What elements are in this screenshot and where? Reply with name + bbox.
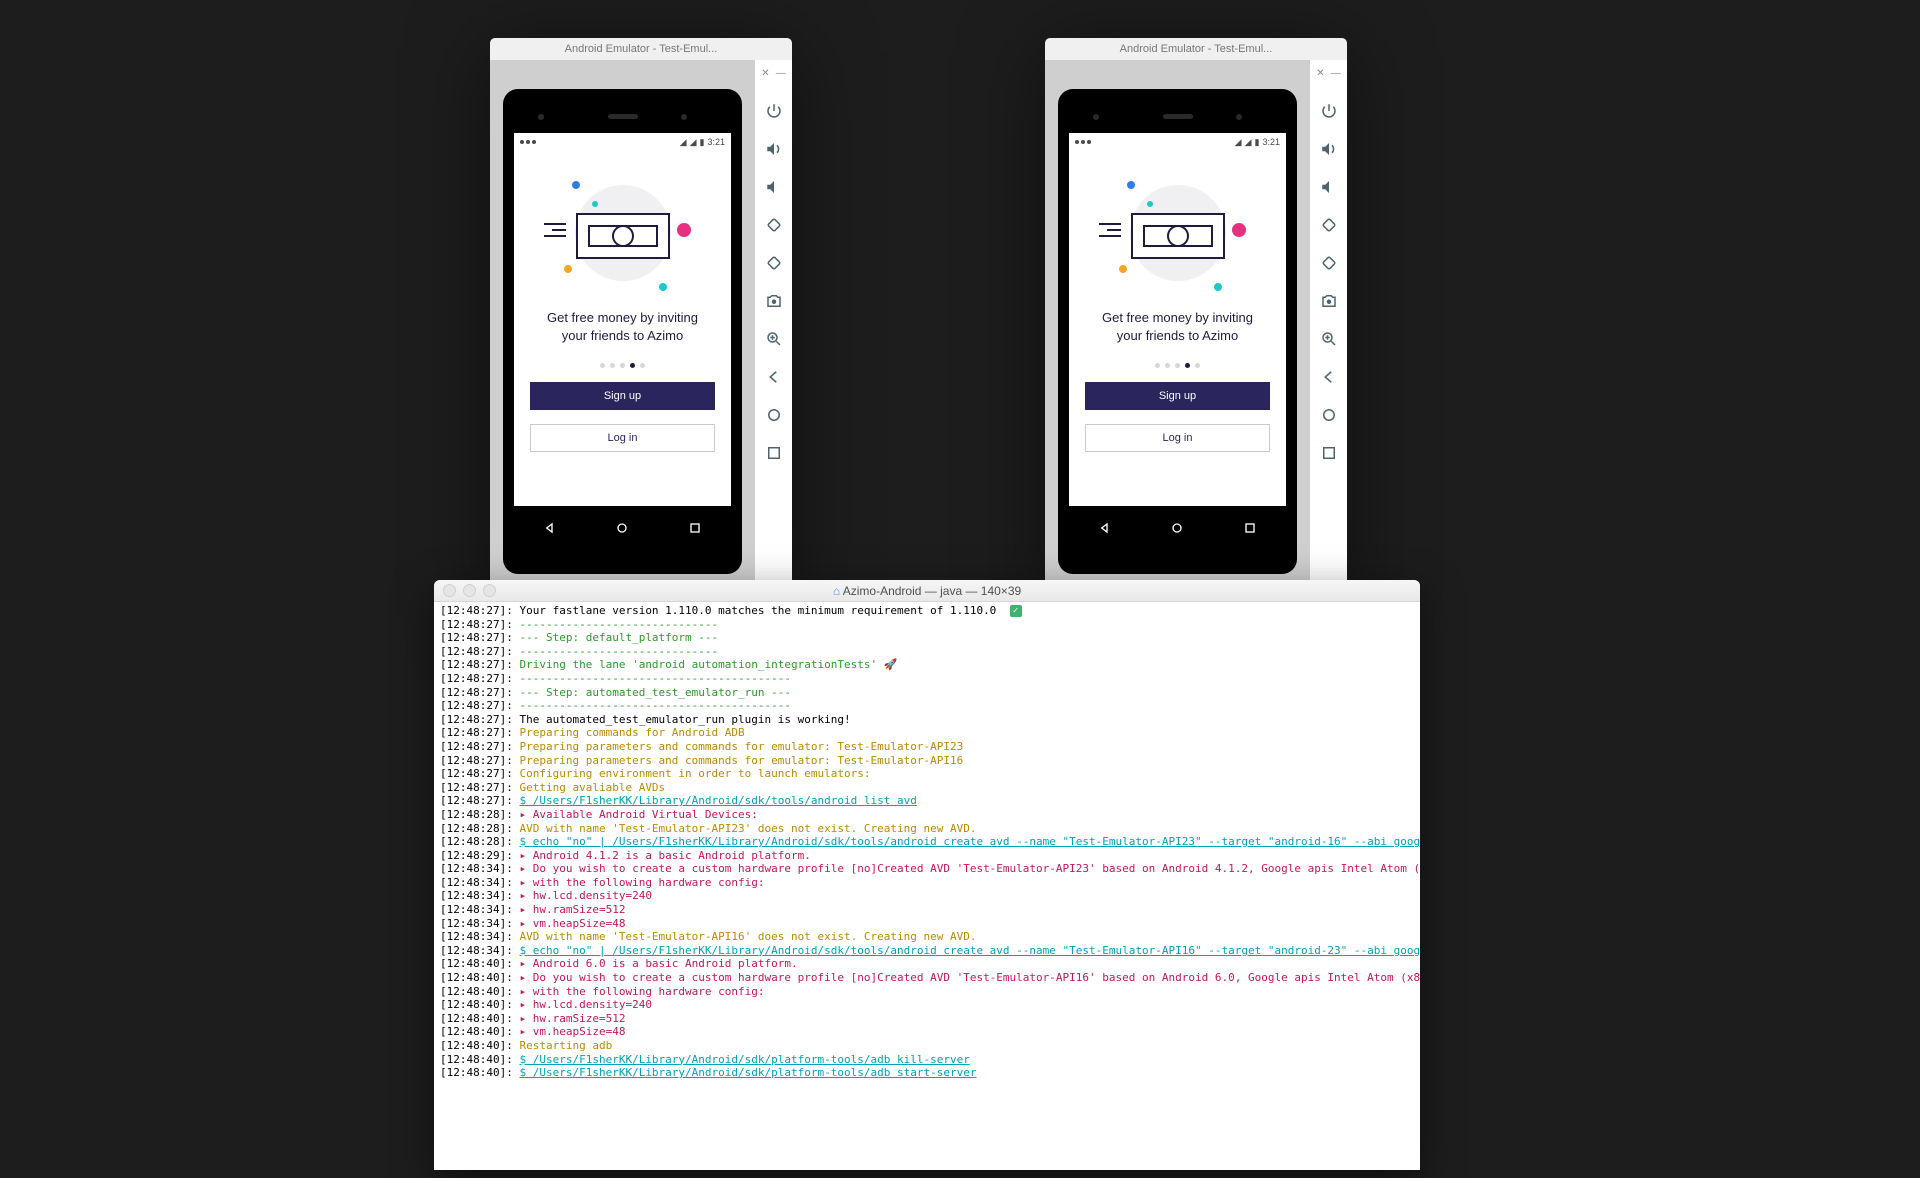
nav-recent-icon[interactable] — [687, 520, 703, 541]
android-status-bar: ◢ ◢ ▮ 3:21 — [1069, 133, 1286, 151]
close-icon: ✕ — [1316, 68, 1324, 79]
emulator-side-toolbar: ✕— — [1310, 60, 1347, 603]
signup-button[interactable]: Sign up — [1085, 382, 1270, 410]
overview-icon[interactable] — [1319, 443, 1339, 463]
nav-recent-icon[interactable] — [1242, 520, 1258, 541]
window-controls[interactable]: ✕— — [761, 68, 785, 79]
rotate-right-icon[interactable] — [1319, 253, 1339, 273]
volume-down-icon[interactable] — [764, 177, 784, 197]
signal-icon: ◢ — [1245, 137, 1252, 148]
emulator-screen-area[interactable]: ◢ ◢ ▮ 3:21 — [490, 60, 755, 603]
device-frame: ◢ ◢ ▮ 3:21 — [1058, 89, 1297, 574]
home-folder-icon: ⌂ — [833, 584, 840, 598]
rotate-right-icon[interactable] — [764, 253, 784, 273]
page-indicator — [1155, 363, 1200, 368]
signal-icon: ◢ — [690, 137, 697, 148]
emulator-screen-area[interactable]: ◢ ◢ ▮ 3:21 — [1045, 60, 1310, 603]
minimize-icon: — — [776, 68, 786, 79]
terminal-title-text: ⌂ Azimo-Android — java — 140×39 — [833, 584, 1021, 598]
login-button[interactable]: Log in — [1085, 424, 1270, 452]
page-indicator — [600, 363, 645, 368]
wifi-icon: ◢ — [1235, 137, 1242, 148]
android-nav-bar — [514, 514, 731, 546]
minimize-icon[interactable] — [463, 584, 476, 597]
home-icon[interactable] — [1319, 405, 1339, 425]
rotate-left-icon[interactable] — [1319, 215, 1339, 235]
zoom-window-icon[interactable] — [483, 584, 496, 597]
nav-home-icon[interactable] — [1169, 520, 1185, 541]
android-nav-bar — [1069, 514, 1286, 546]
volume-down-icon[interactable] — [1319, 177, 1339, 197]
device-frame: ◢ ◢ ▮ 3:21 — [503, 89, 742, 574]
volume-up-icon[interactable] — [764, 139, 784, 159]
traffic-lights[interactable] — [443, 584, 496, 597]
terminal-output[interactable]: [12:48:27]: Your fastlane version 1.110.… — [434, 602, 1420, 1170]
emulator-side-toolbar: ✕— — [755, 60, 792, 603]
minimize-icon: — — [1331, 68, 1341, 79]
screenshot-icon[interactable] — [1319, 291, 1339, 311]
home-icon[interactable] — [764, 405, 784, 425]
nav-back-icon[interactable] — [542, 520, 558, 541]
power-icon[interactable] — [764, 101, 784, 121]
nav-back-icon[interactable] — [1097, 520, 1113, 541]
clock-text: 3:21 — [1262, 137, 1280, 147]
zoom-icon[interactable] — [764, 329, 784, 349]
power-icon[interactable] — [1319, 101, 1339, 121]
zoom-icon[interactable] — [1319, 329, 1339, 349]
back-icon[interactable] — [1319, 367, 1339, 387]
screenshot-icon[interactable] — [764, 291, 784, 311]
emulator-title: Android Emulator - Test-Emul... — [490, 38, 792, 60]
nav-home-icon[interactable] — [614, 520, 630, 541]
promo-illustration — [530, 173, 715, 303]
close-icon: ✕ — [761, 68, 769, 79]
battery-icon: ▮ — [700, 137, 705, 148]
volume-up-icon[interactable] — [1319, 139, 1339, 159]
promo-illustration — [1085, 173, 1270, 303]
clock-text: 3:21 — [707, 137, 725, 147]
close-icon[interactable] — [443, 584, 456, 597]
login-button[interactable]: Log in — [530, 424, 715, 452]
emulator-window-1: Android Emulator - Test-Emul... ◢ ◢ ▮ 3:… — [490, 38, 792, 603]
overview-icon[interactable] — [764, 443, 784, 463]
wifi-icon: ◢ — [680, 137, 687, 148]
rotate-left-icon[interactable] — [764, 215, 784, 235]
emulator-window-2: Android Emulator - Test-Emul... ◢ ◢ ▮ 3:… — [1045, 38, 1347, 603]
android-status-bar: ◢ ◢ ▮ 3:21 — [514, 133, 731, 151]
promo-text: Get free money by invitingyour friends t… — [547, 309, 698, 345]
terminal-window: ⌂ Azimo-Android — java — 140×39 [12:48:2… — [434, 580, 1420, 1170]
back-icon[interactable] — [764, 367, 784, 387]
battery-icon: ▮ — [1255, 137, 1260, 148]
terminal-titlebar[interactable]: ⌂ Azimo-Android — java — 140×39 — [434, 580, 1420, 602]
promo-text: Get free money by invitingyour friends t… — [1102, 309, 1253, 345]
emulator-title: Android Emulator - Test-Emul... — [1045, 38, 1347, 60]
signup-button[interactable]: Sign up — [530, 382, 715, 410]
window-controls[interactable]: ✕— — [1316, 68, 1340, 79]
